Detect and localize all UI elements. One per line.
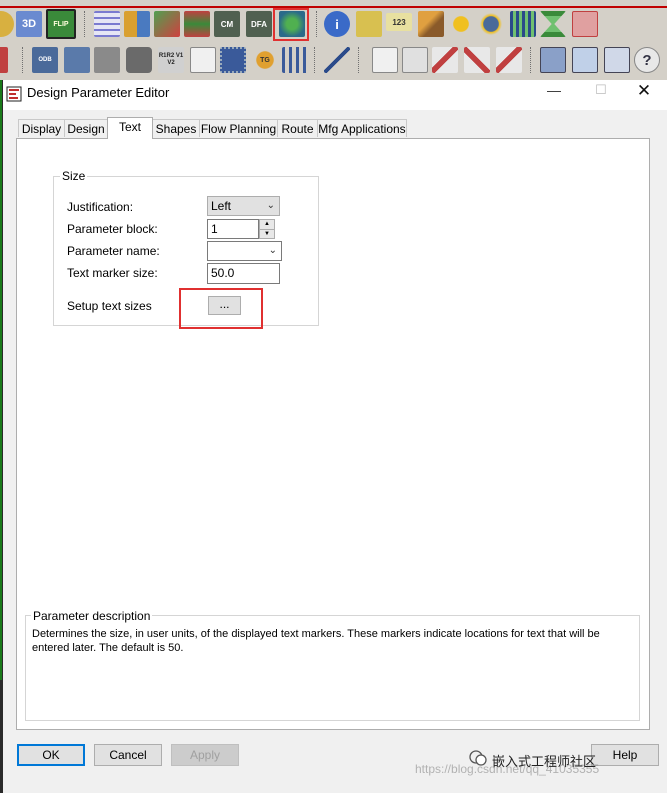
toolbar-separator [314, 47, 318, 73]
maximize-button[interactable]: ☐ [590, 82, 612, 104]
bars-icon[interactable] [510, 11, 536, 37]
pipe-icon[interactable] [94, 47, 120, 73]
tab-text[interactable]: Text [107, 117, 153, 139]
toolbar-separator [22, 47, 26, 73]
odb-label: ODB [38, 57, 52, 63]
info-icon[interactable]: i [324, 11, 350, 37]
layers-icon[interactable] [184, 11, 210, 37]
components-icon[interactable] [124, 11, 150, 37]
sun-blue-icon[interactable] [478, 11, 504, 37]
parameter-name-select[interactable]: ⌄ [207, 241, 282, 261]
window-icon[interactable] [604, 47, 630, 73]
spinner-down-icon[interactable]: ▼ [260, 230, 274, 239]
watermark-url: https://blog.csdn.net/qq_41035355 [415, 762, 600, 776]
tab-shapes[interactable]: Shapes [152, 119, 200, 137]
window-edge-green [0, 80, 2, 680]
justification-label: Justification: [67, 200, 134, 214]
camera-icon[interactable] [126, 47, 152, 73]
close-button[interactable]: ✕ [633, 81, 655, 103]
parameter-block-label: Parameter block: [67, 222, 158, 236]
network-icon[interactable] [282, 47, 308, 73]
toolbar-separator [530, 47, 534, 73]
tg-label: TG [260, 56, 270, 64]
color-icon[interactable] [154, 11, 180, 37]
justification-select[interactable]: Left ⌄ [207, 196, 280, 216]
measure-label: 123 [392, 17, 406, 27]
toolbar-highlight-box [273, 8, 309, 41]
parameter-name-label: Parameter name: [67, 244, 160, 258]
book-open-icon[interactable] [402, 47, 428, 73]
properties-icon[interactable] [356, 11, 382, 37]
app-icon [6, 86, 22, 102]
circle-icon[interactable] [0, 11, 14, 37]
tab-display[interactable]: Display [18, 119, 65, 137]
page-icon[interactable] [190, 47, 216, 73]
window-edge-red [0, 6, 667, 8]
route-icon[interactable]: TG [252, 47, 278, 73]
parameter-description-legend: Parameter description [31, 609, 153, 623]
flip-label: FLIP [53, 20, 69, 28]
r1r2-icon[interactable]: R1R2 V1 V2 [158, 47, 184, 73]
doc-icon[interactable] [372, 47, 398, 73]
toolbar-separator [358, 47, 362, 73]
help-icon[interactable]: ? [634, 47, 660, 73]
squiggle1-icon[interactable] [432, 47, 458, 73]
copy-icon[interactable] [540, 47, 566, 73]
r1r2-label: R1R2 V1 V2 [158, 53, 184, 66]
dfa-label: DFA [251, 19, 267, 29]
cm-icon[interactable]: CM [214, 11, 240, 37]
odb-icon[interactable]: ODB [32, 47, 58, 73]
sun-icon[interactable] [448, 11, 474, 37]
squiggle3-icon[interactable] [496, 47, 522, 73]
dfa-icon[interactable]: DFA [246, 11, 272, 37]
size-group-legend: Size [60, 169, 88, 183]
chevron-down-icon: ⌄ [268, 245, 277, 256]
toolbar-separator [316, 11, 320, 37]
squiggle2-icon[interactable] [464, 47, 490, 73]
ok-button[interactable]: OK [17, 744, 85, 766]
book-icon[interactable] [64, 47, 90, 73]
3d-label: 3D [21, 18, 37, 30]
hourglass-icon[interactable] [540, 11, 566, 37]
setup-button-highlight-box [179, 288, 263, 329]
arrow-icon[interactable] [0, 47, 8, 73]
cm-label: CM [220, 19, 234, 29]
text-marker-size-value: 50.0 [211, 266, 235, 280]
parameter-block-value: 1 [211, 222, 218, 236]
wave-icon[interactable] [324, 47, 350, 73]
parameter-block-input[interactable]: 1 [207, 219, 259, 239]
parameter-description-text: Determines the size, in user units, of t… [32, 627, 612, 655]
text-marker-size-label: Text marker size: [67, 266, 158, 280]
grid-icon[interactable] [94, 11, 120, 37]
measure-icon[interactable]: 123 [386, 13, 412, 31]
tab-flow-planning[interactable]: Flow Planning [199, 119, 278, 137]
help-button[interactable]: Help [591, 744, 659, 766]
text-marker-size-input[interactable]: 50.0 [207, 263, 280, 284]
toolbar-row-1: 3D FLIP CM DFA i 123 [0, 9, 667, 43]
tab-route[interactable]: Route [277, 119, 318, 137]
parameter-block-spinner[interactable]: ▲ ▼ [259, 219, 275, 239]
chip-icon[interactable] [220, 47, 246, 73]
3d-icon[interactable]: 3D [16, 11, 42, 37]
cursor-icon[interactable] [572, 11, 598, 37]
apply-button[interactable]: Apply [171, 744, 239, 766]
chevron-down-icon: ⌄ [266, 200, 275, 211]
envelope-icon[interactable] [572, 47, 598, 73]
spinner-up-icon[interactable]: ▲ [260, 220, 274, 230]
toolbar-separator [84, 11, 88, 37]
toolbar-row-2: ODB R1R2 V1 V2 TG ? [0, 45, 667, 79]
cancel-button[interactable]: Cancel [94, 744, 162, 766]
setup-text-sizes-label: Setup text sizes [67, 299, 152, 313]
tab-design[interactable]: Design [64, 119, 108, 137]
dialog-title: Design Parameter Editor [27, 85, 170, 100]
flip-icon[interactable]: FLIP [46, 9, 76, 39]
broom-icon[interactable] [418, 11, 444, 37]
minimize-button[interactable]: — [543, 82, 565, 104]
tab-mfg-applications[interactable]: Mfg Applications [317, 119, 407, 137]
justification-value: Left [211, 199, 232, 213]
